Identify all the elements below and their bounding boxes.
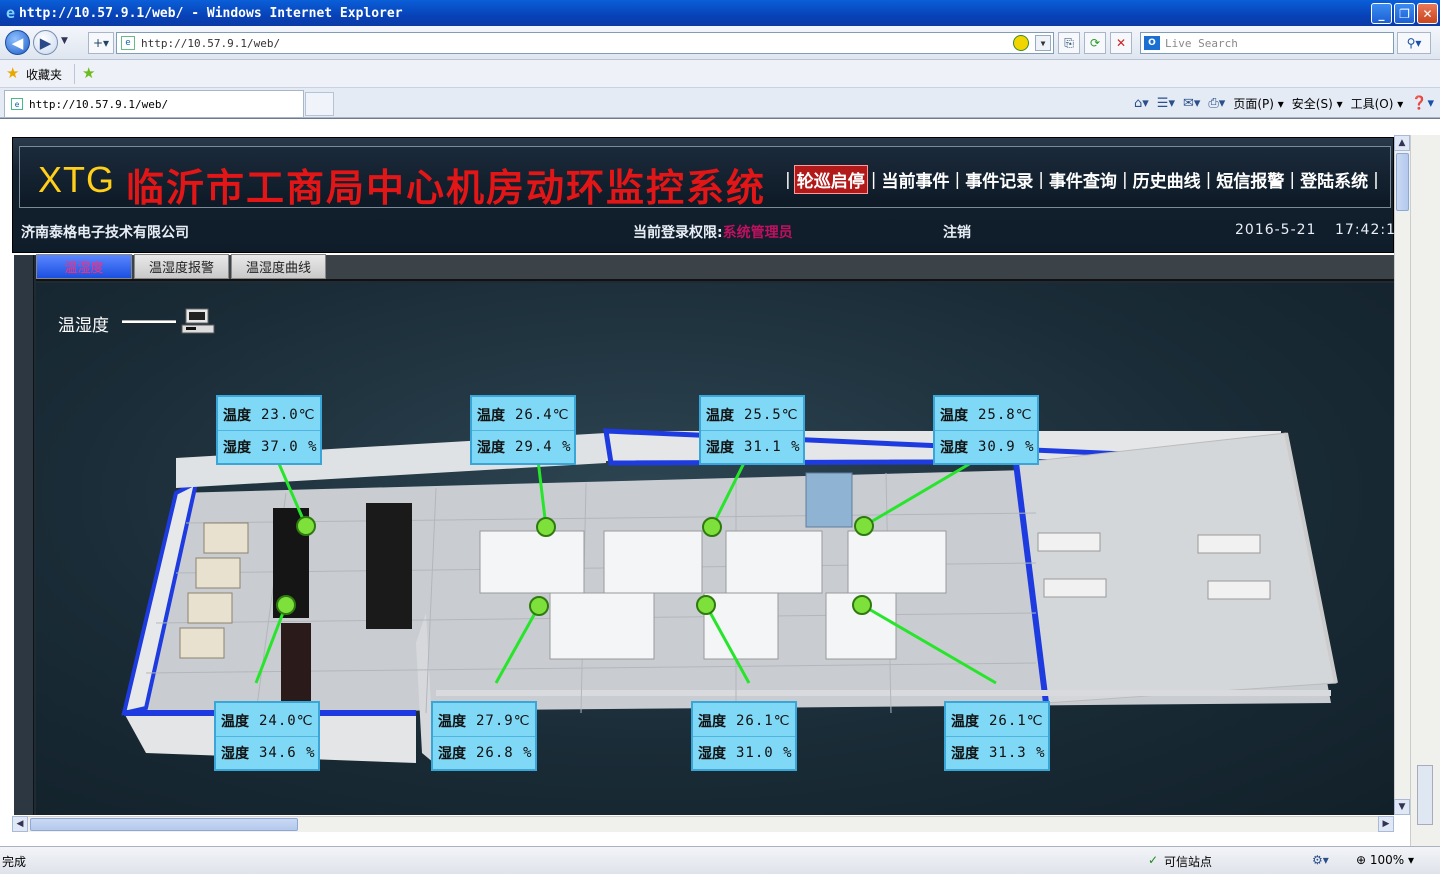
nav-sms-alarm[interactable]: 短信报警 (1214, 167, 1286, 192)
favorites-bar: ★ 收藏夹 ★ (0, 60, 1440, 88)
divider (74, 64, 75, 84)
sub-tabs: 温湿度 温湿度报警 温湿度曲线 (36, 254, 1394, 281)
window-scrollbar[interactable] (1410, 135, 1440, 847)
app-header: XTG 临沂市工商局中心机房动环监控系统 | 轮巡启停 | 当前事件 | 事件记… (12, 137, 1396, 253)
scroll-left-icon[interactable]: ◀ (12, 816, 28, 832)
nav-login[interactable]: 登陆系统 (1298, 167, 1370, 192)
top-nav: | 轮巡启停 | 当前事件 | 事件记录 | 事件查询 | 历史曲线 | 短信报… (782, 165, 1382, 194)
nav-history-curve[interactable]: 历史曲线 (1131, 167, 1203, 192)
favorites-label[interactable]: 收藏夹 (26, 66, 62, 83)
ie-logo-icon: e (6, 4, 16, 22)
sensor-card[interactable]: 温度 25.5℃ 湿度 31.1 % (699, 395, 805, 465)
page-menu[interactable]: 页面(P) ▾ (1233, 95, 1283, 112)
command-bar: ⌂▾ ☰▾ ✉▾ ⎙▾ 页面(P) ▾ 安全(S) ▾ 工具(O) ▾ ❓▾ (1134, 92, 1434, 114)
current-time: 17:42:1 (1335, 222, 1396, 238)
protected-mode-icon[interactable]: ⚙▾ (1312, 853, 1329, 867)
sensor-card[interactable]: 温度 24.0℃ 湿度 34.6 % (214, 701, 320, 771)
sensor-card[interactable]: 温度 26.1℃ 湿度 31.3 % (944, 701, 1050, 771)
window-title: http://10.57.9.1/web/ - Windows Internet… (19, 5, 403, 21)
favorites-star-icon[interactable]: ★ (6, 64, 19, 82)
tab-bar: e http://10.57.9.1/web/ ⌂▾ ☰▾ ✉▾ ⎙▾ 页面(P… (0, 88, 1440, 118)
scroll-down-icon[interactable]: ▼ (1394, 799, 1410, 815)
role-value: 系统管理员 (722, 225, 793, 241)
system-title: 临沂市工商局中心机房动环监控系统 (126, 165, 767, 210)
address-toolbar: ◀ ▶ ▼ +▾ e http://10.57.9.1/web/ ▼ ⎘ ⟳ ✕… (0, 26, 1440, 60)
new-tab-button[interactable] (305, 92, 334, 116)
status-text: 完成 (2, 855, 27, 869)
add-tab-icon[interactable]: +▾ (88, 32, 114, 54)
nav-current-events[interactable]: 当前事件 (879, 167, 951, 192)
rss-compat-icon[interactable]: ⎘ (1058, 32, 1080, 54)
window-scroll-thumb[interactable] (1417, 765, 1433, 825)
web-content: XTG 临沂市工商局中心机房动环监控系统 | 轮巡启停 | 当前事件 | 事件记… (0, 118, 1440, 847)
scroll-right-icon[interactable]: ▶ (1378, 816, 1394, 832)
brand-logo: XTG (38, 159, 116, 200)
stop-icon[interactable]: ✕ (1110, 32, 1132, 54)
left-rail (14, 255, 34, 815)
safety-menu[interactable]: 安全(S) ▾ (1292, 95, 1343, 112)
feeds-icon[interactable]: ☰▾ (1157, 96, 1175, 111)
horizontal-scroll-thumb[interactable] (30, 818, 298, 831)
vertical-scrollbar[interactable]: ▲ ▼ (1394, 135, 1410, 815)
tab-temp-humidity[interactable]: 温湿度 (36, 254, 132, 279)
close-button[interactable]: ✕ (1417, 3, 1438, 24)
nav-event-query[interactable]: 事件查询 (1047, 167, 1119, 192)
tools-menu[interactable]: 工具(O) ▾ (1351, 95, 1404, 112)
role-label: 当前登录权限:系统管理员 (633, 225, 793, 241)
page-icon: e (121, 36, 135, 50)
sensor-card[interactable]: 温度 26.1℃ 湿度 31.0 % (691, 701, 797, 771)
live-search-logo-icon: O (1144, 36, 1160, 50)
compat-view-icon[interactable] (1013, 35, 1029, 51)
floorplan-stage: 温湿度 温度 23.0℃ 湿度 37.0 % 温度 26.4℃ 湿度 29.4 … (36, 283, 1394, 815)
tab-page-icon: e (11, 98, 23, 110)
sensor-card[interactable]: 温度 23.0℃ 湿度 37.0 % (216, 395, 322, 465)
address-input[interactable]: e http://10.57.9.1/web/ ▼ (116, 32, 1054, 54)
tab-temp-humidity-curve[interactable]: 温湿度曲线 (231, 254, 327, 279)
main-panel: 温湿度 温湿度报警 温湿度曲线 温湿度 温度 23.0℃ 湿度 37.0 % 温… (14, 254, 1394, 815)
security-zone[interactable]: 可信站点 (1164, 853, 1212, 870)
sensor-card[interactable]: 温度 26.4℃ 湿度 29.4 % (470, 395, 576, 465)
vertical-scroll-thumb[interactable] (1396, 153, 1409, 211)
scroll-up-icon[interactable]: ▲ (1394, 135, 1410, 151)
maximize-button[interactable]: ❐ (1394, 3, 1415, 24)
back-button[interactable]: ◀ (5, 30, 30, 55)
zoom-level[interactable]: ⊕ 100% ▾ (1356, 853, 1414, 867)
forward-button[interactable]: ▶ (33, 30, 58, 55)
status-bar: 完成 ✓ 可信站点 ⚙▾ ⊕ 100% ▾ (0, 846, 1440, 874)
window-title-bar: e http://10.57.9.1/web/ - Windows Intern… (0, 0, 1440, 26)
info-bar: 济南泰格电子技术有限公司 当前登录权限:系统管理员 注销 2016-5-21 1… (13, 210, 1396, 250)
browser-tab[interactable]: e http://10.57.9.1/web/ (4, 90, 304, 117)
sensor-card[interactable]: 温度 27.9℃ 湿度 26.8 % (431, 701, 537, 771)
current-date: 2016-5-21 (1235, 222, 1317, 238)
banner: XTG 临沂市工商局中心机房动环监控系统 | 轮巡启停 | 当前事件 | 事件记… (19, 146, 1391, 210)
horizontal-scrollbar[interactable]: ◀ ▶ (12, 816, 1394, 832)
nav-patrol-toggle[interactable]: 轮巡启停 (793, 165, 868, 194)
search-go-icon[interactable]: ⚲▾ (1397, 32, 1431, 54)
search-input[interactable]: O Live Search (1140, 32, 1394, 54)
home-icon[interactable]: ⌂▾ (1134, 96, 1149, 111)
history-dropdown-icon[interactable]: ▼ (61, 36, 68, 46)
print-icon[interactable]: ⎙▾ (1208, 96, 1225, 111)
address-dropdown-icon[interactable]: ▼ (1035, 35, 1051, 51)
nav-event-log[interactable]: 事件记录 (963, 167, 1035, 192)
mail-icon[interactable]: ✉▾ (1183, 96, 1200, 111)
company-name: 济南泰格电子技术有限公司 (21, 225, 189, 241)
add-favorite-icon[interactable]: ★ (82, 64, 95, 82)
refresh-icon[interactable]: ⟳ (1084, 32, 1106, 54)
trusted-check-icon: ✓ (1148, 853, 1159, 867)
logout-link[interactable]: 注销 (943, 222, 971, 242)
tab-temp-humidity-alarm[interactable]: 温湿度报警 (134, 254, 230, 279)
sensor-card[interactable]: 温度 25.8℃ 湿度 30.9 % (933, 395, 1039, 465)
minimize-button[interactable]: _ (1371, 3, 1392, 24)
help-icon[interactable]: ❓▾ (1411, 96, 1434, 111)
